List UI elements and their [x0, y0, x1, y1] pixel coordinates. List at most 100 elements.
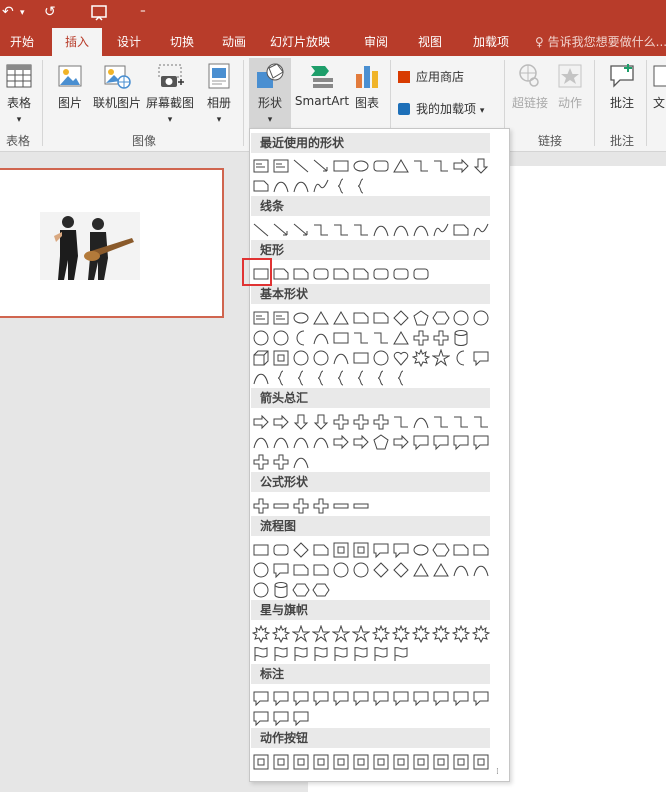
screenshot-button[interactable]: 屏幕截图 ▾ — [144, 62, 196, 125]
shape-basic-textbox-icon[interactable] — [272, 309, 290, 327]
shape-callout-callout-icon[interactable] — [292, 709, 310, 727]
shape-arrows-plus-icon[interactable] — [272, 453, 290, 471]
shape-eq-plus-icon[interactable] — [292, 497, 310, 515]
shape-flow-circle-icon[interactable] — [252, 561, 270, 579]
shape-basic-circle-icon[interactable] — [292, 349, 310, 367]
shape-basic-circle-icon[interactable] — [252, 329, 270, 347]
shape-recent-line-icon[interactable] — [292, 157, 310, 175]
shape-eq-plus-icon[interactable] — [252, 497, 270, 515]
shape-flow-rect-icon[interactable] — [252, 541, 270, 559]
shape-arrows-plus-icon[interactable] — [372, 413, 390, 431]
shape-lines-elbow-icon[interactable] — [312, 221, 330, 239]
shape-stars-flag-icon[interactable] — [332, 645, 350, 663]
shape-basic-tri-icon[interactable] — [332, 309, 350, 327]
album-button[interactable]: 相册 ▾ — [202, 62, 236, 125]
shape-recent-arrowD-icon[interactable] — [472, 157, 490, 175]
shape-arrows-plus-icon[interactable] — [332, 413, 350, 431]
shape-basic-rect-icon[interactable] — [332, 329, 350, 347]
shape-recent-textbox-icon[interactable] — [252, 157, 270, 175]
shape-stars-burst-icon[interactable] — [372, 625, 390, 643]
shape-lines-arrowline-icon[interactable] — [272, 221, 290, 239]
shape-arrows-elbow-icon[interactable] — [432, 413, 450, 431]
shape-flow-hex-icon[interactable] — [432, 541, 450, 559]
shape-basic-brace-icon[interactable] — [292, 369, 310, 387]
shape-flow-circle-icon[interactable] — [252, 581, 270, 599]
shape-flow-btn-icon[interactable] — [352, 541, 370, 559]
shape-flow-cyl-icon[interactable] — [272, 581, 290, 599]
smartart-button[interactable]: SmartArt — [294, 62, 350, 108]
chart-button[interactable]: 图表 — [352, 62, 382, 111]
tab-review[interactable]: 审阅 — [356, 28, 396, 56]
shape-flow-diamond-icon[interactable] — [392, 561, 410, 579]
shape-rect-rrect-icon[interactable] — [372, 265, 390, 283]
tab-home[interactable]: 开始 — [0, 28, 44, 56]
shape-arrows-callout-icon[interactable] — [432, 433, 450, 451]
shape-action-btn-icon[interactable] — [432, 753, 450, 771]
shape-basic-plus-icon[interactable] — [432, 329, 450, 347]
shape-flow-curve-icon[interactable] — [472, 561, 490, 579]
shape-flow-circle-icon[interactable] — [332, 561, 350, 579]
shape-arrows-plus-icon[interactable] — [252, 453, 270, 471]
shape-basic-star-icon[interactable] — [432, 349, 450, 367]
shape-basic-btn-icon[interactable] — [272, 349, 290, 367]
shape-lines-elbow-icon[interactable] — [352, 221, 370, 239]
tab-view[interactable]: 视图 — [408, 28, 452, 56]
shape-basic-circle-icon[interactable] — [452, 309, 470, 327]
shape-action-btn-icon[interactable] — [392, 753, 410, 771]
shape-eq-minus-icon[interactable] — [272, 497, 290, 515]
shape-flow-snip-icon[interactable] — [292, 561, 310, 579]
shape-stars-burst-icon[interactable] — [472, 625, 490, 643]
shape-recent-wave-icon[interactable] — [312, 177, 330, 195]
shape-lines-curve-icon[interactable] — [372, 221, 390, 239]
shape-basic-brace-icon[interactable] — [272, 369, 290, 387]
shape-callout-callout-icon[interactable] — [472, 689, 490, 707]
shape-stars-burst-icon[interactable] — [452, 625, 470, 643]
shape-basic-tri-icon[interactable] — [312, 309, 330, 327]
shape-stars-flag-icon[interactable] — [312, 645, 330, 663]
shape-arrows-pent-icon[interactable] — [372, 433, 390, 451]
shape-recent-ellipse-icon[interactable] — [352, 157, 370, 175]
shape-flow-ellipse-icon[interactable] — [412, 541, 430, 559]
shape-basic-circle-icon[interactable] — [312, 349, 330, 367]
shape-basic-circle-icon[interactable] — [272, 329, 290, 347]
hyperlink-button[interactable]: 超链接 — [510, 62, 550, 111]
shape-action-btn-icon[interactable] — [272, 753, 290, 771]
shape-action-btn-icon[interactable] — [352, 753, 370, 771]
present-from-start-icon[interactable] — [90, 4, 108, 26]
redo-icon[interactable]: ↺ — [44, 4, 56, 20]
shape-arrows-curve-icon[interactable] — [292, 453, 310, 471]
shape-callout-callout-icon[interactable] — [452, 689, 470, 707]
shape-callout-callout-icon[interactable] — [372, 689, 390, 707]
shape-basic-rect-icon[interactable] — [352, 349, 370, 367]
shape-lines-curve-icon[interactable] — [392, 221, 410, 239]
shape-basic-moon-icon[interactable] — [452, 349, 470, 367]
tab-transitions[interactable]: 切换 — [160, 28, 204, 56]
shape-recent-textbox-icon[interactable] — [272, 157, 290, 175]
shape-action-btn-icon[interactable] — [452, 753, 470, 771]
shape-basic-plus-icon[interactable] — [412, 329, 430, 347]
shape-stars-burst-icon[interactable] — [272, 625, 290, 643]
shape-lines-wave-icon[interactable] — [472, 221, 490, 239]
shape-basic-brace-icon[interactable] — [352, 369, 370, 387]
shape-action-btn-icon[interactable] — [332, 753, 350, 771]
shape-rect-snip-icon[interactable] — [272, 265, 290, 283]
shape-action-btn-icon[interactable] — [312, 753, 330, 771]
shape-recent-arrowline-icon[interactable] — [312, 157, 330, 175]
shape-recent-elbow-icon[interactable] — [432, 157, 450, 175]
shape-eq-minus-icon[interactable] — [352, 497, 370, 515]
shape-recent-elbow-icon[interactable] — [412, 157, 430, 175]
shape-stars-burst-icon[interactable] — [252, 625, 270, 643]
shapes-button[interactable]: 形状 ▾ — [249, 58, 291, 128]
shape-basic-snip-icon[interactable] — [352, 309, 370, 327]
shape-stars-flag-icon[interactable] — [252, 645, 270, 663]
shape-arrows-arrowR-icon[interactable] — [352, 433, 370, 451]
shape-arrows-elbow-icon[interactable] — [452, 413, 470, 431]
shape-callout-callout-icon[interactable] — [252, 689, 270, 707]
shape-basic-circle-icon[interactable] — [472, 309, 490, 327]
shape-flow-hex-icon[interactable] — [292, 581, 310, 599]
comment-button[interactable]: 批注 — [604, 62, 640, 111]
shape-callout-callout-icon[interactable] — [412, 689, 430, 707]
shape-rect-rrect-icon[interactable] — [412, 265, 430, 283]
shape-flow-rrect-icon[interactable] — [272, 541, 290, 559]
shape-basic-pent-icon[interactable] — [412, 309, 430, 327]
